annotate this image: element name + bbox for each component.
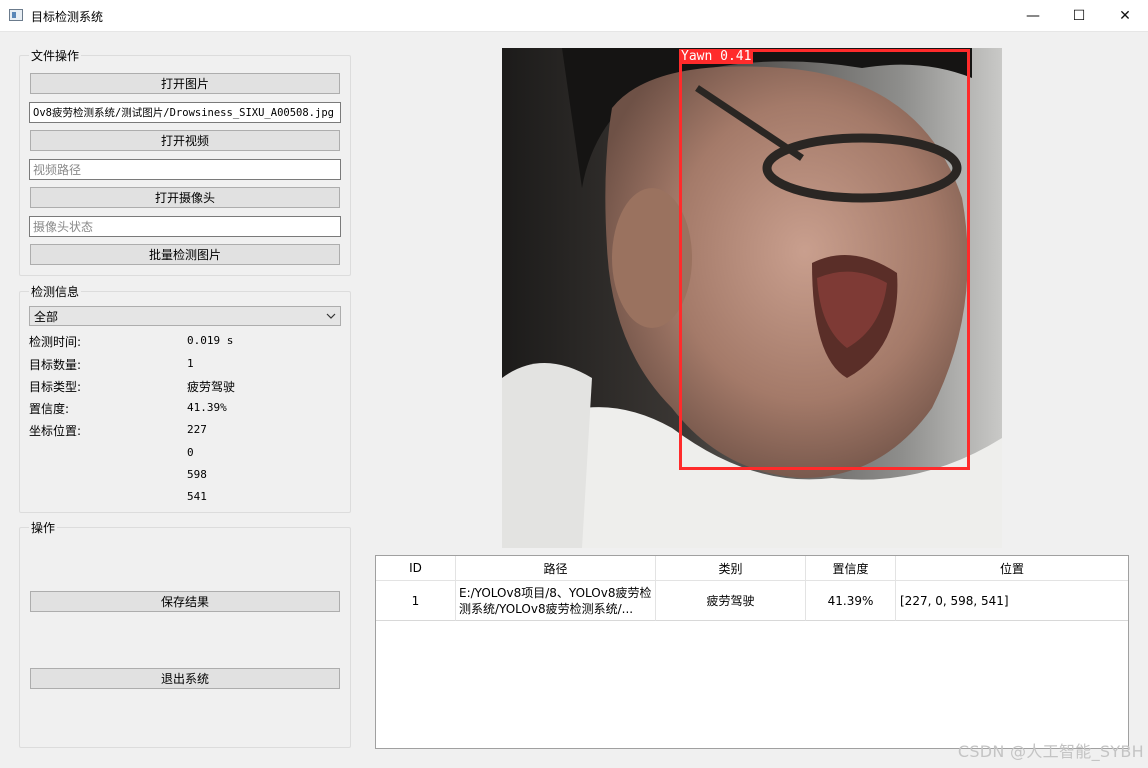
open-camera-button[interactable]: 打开摄像头 <box>30 187 340 208</box>
target-filter-select[interactable]: 全部 <box>29 306 341 326</box>
pos-xmin: 227 <box>187 423 207 436</box>
results-table[interactable]: ID 路径 类别 置信度 位置 1 E:/YOLOv8项目/8、YOLOv8疲劳… <box>375 555 1129 749</box>
cell-category[interactable]: 疲劳驾驶 <box>656 581 806 621</box>
pos-ymax: 541 <box>187 490 207 503</box>
type-value: 疲劳驾驶 <box>187 380 236 394</box>
watermark: CSDN @人工智能_SYBH <box>957 742 1144 761</box>
time-label: 检测时间: <box>29 335 82 349</box>
cell-confidence[interactable]: 41.39% <box>806 581 896 621</box>
chevron-down-icon <box>326 313 336 319</box>
detection-image: Yawn 0.41 <box>502 48 1002 548</box>
close-button[interactable]: ✕ <box>1102 0 1148 31</box>
pos-ymin: 0 <box>187 446 194 459</box>
minimize-icon: — <box>1026 7 1040 24</box>
pos-xmax: 598 <box>187 468 207 481</box>
cell-path-line1: E:/YOLOv8项目/8、YOLOv8疲劳检 <box>459 585 652 600</box>
header-path[interactable]: 路径 <box>456 556 656 581</box>
header-id[interactable]: ID <box>376 556 456 581</box>
cell-id[interactable]: 1 <box>376 581 456 621</box>
open-image-button[interactable]: 打开图片 <box>30 73 340 94</box>
count-value: 1 <box>187 357 194 370</box>
header-confidence[interactable]: 置信度 <box>806 556 896 581</box>
header-category[interactable]: 类别 <box>656 556 806 581</box>
save-result-button[interactable]: 保存结果 <box>30 591 340 612</box>
batch-detect-button[interactable]: 批量检测图片 <box>30 244 340 265</box>
conf-value: 41.39% <box>187 401 227 414</box>
ops-group <box>19 527 351 748</box>
detection-label: Yawn 0.41 <box>679 49 754 64</box>
video-path-field[interactable]: 视频路径 <box>29 159 341 180</box>
ops-title: 操作 <box>29 519 58 536</box>
count-label: 目标数量: <box>29 358 82 372</box>
header-position[interactable]: 位置 <box>896 556 1128 581</box>
time-value: 0.019 s <box>187 334 234 347</box>
cell-path-line2: 测系统/YOLOv8疲劳检测系统/... <box>459 601 634 616</box>
window-title: 目标检测系统 <box>31 10 104 24</box>
target-filter-value: 全部 <box>34 309 59 324</box>
conf-label: 置信度: <box>29 402 70 416</box>
type-label: 目标类型: <box>29 380 82 394</box>
camera-status-field[interactable]: 摄像头状态 <box>29 216 341 237</box>
exit-button[interactable]: 退出系统 <box>30 668 340 689</box>
pos-label: 坐标位置: <box>29 424 82 438</box>
cell-position[interactable]: [227, 0, 598, 541] <box>896 581 1128 621</box>
maximize-icon: ☐ <box>1072 7 1086 24</box>
app-icon <box>9 9 23 21</box>
detect-info-title: 检测信息 <box>29 283 82 300</box>
close-icon: ✕ <box>1119 7 1131 24</box>
detection-box <box>679 49 970 470</box>
maximize-button[interactable]: ☐ <box>1056 0 1102 31</box>
open-video-button[interactable]: 打开视频 <box>30 130 340 151</box>
image-path-field[interactable]: Ov8疲劳检测系统/测试图片/Drowsiness_SIXU_A00508.jp… <box>29 102 341 123</box>
title-bar: 目标检测系统 — ☐ ✕ <box>0 0 1148 32</box>
file-ops-title: 文件操作 <box>29 47 82 64</box>
cell-path[interactable]: E:/YOLOv8项目/8、YOLOv8疲劳检 测系统/YOLOv8疲劳检测系统… <box>456 581 656 621</box>
minimize-button[interactable]: — <box>1010 0 1056 31</box>
